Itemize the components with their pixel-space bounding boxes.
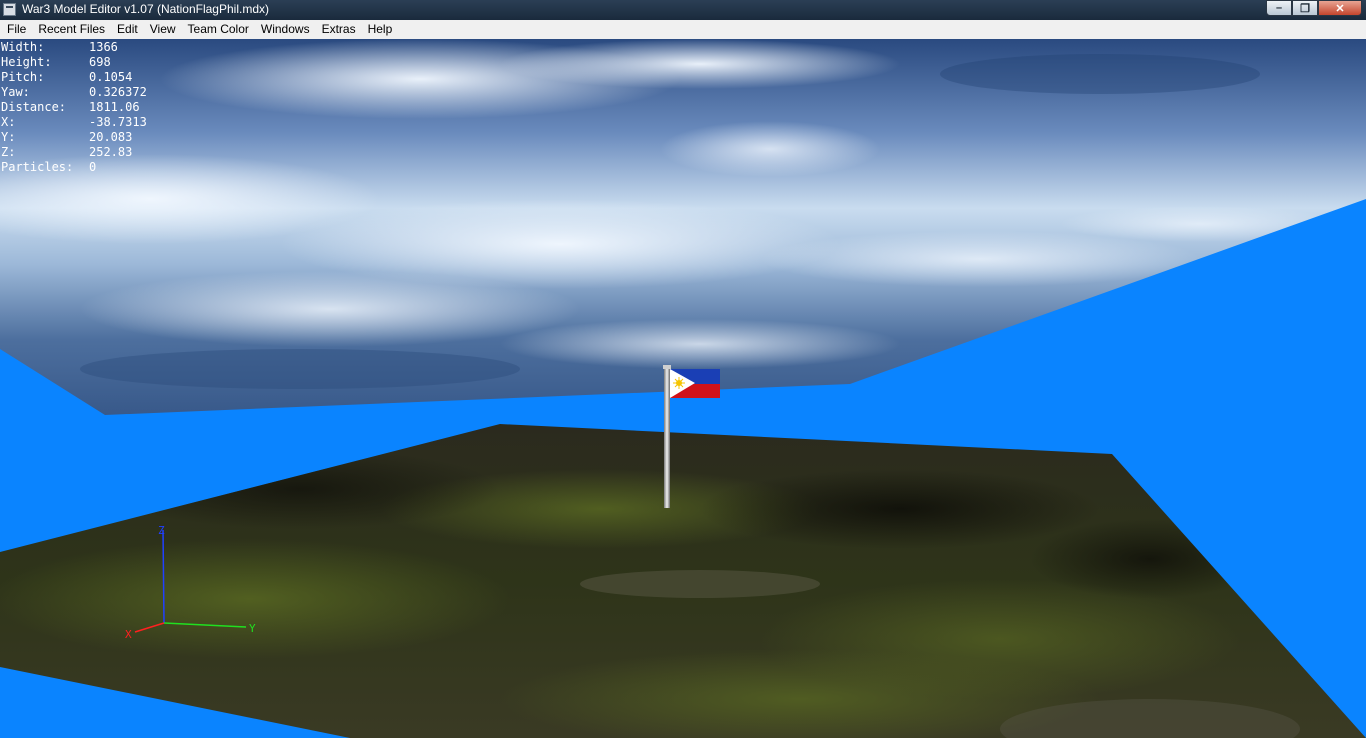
- camera-stats-overlay: Width: 1366 Height: 698 Pitch: 0.1054 Yaw: 0…: [1, 40, 147, 175]
- z-axis-label: Z: [158, 524, 165, 537]
- minimize-button[interactable]: –: [1266, 0, 1292, 16]
- menu-extras[interactable]: Extras: [316, 20, 362, 39]
- menu-bar: File Recent Files Edit View Team Color W…: [0, 20, 1366, 39]
- stat-width: Width: 1366: [1, 40, 118, 54]
- 3d-viewport[interactable]: Z Y X Width: 1366 Height: 698 Pitch: 0.1054…: [0, 39, 1366, 738]
- menu-file[interactable]: File: [0, 20, 32, 39]
- close-icon: ✕: [1335, 2, 1345, 15]
- stat-distance: Distance: 1811.06: [1, 100, 140, 114]
- close-button[interactable]: ✕: [1318, 0, 1362, 16]
- menu-edit[interactable]: Edit: [111, 20, 144, 39]
- minimize-icon: –: [1275, 2, 1283, 14]
- title-bar: War3 Model Editor v1.07 (NationFlagPhil.…: [0, 0, 1366, 20]
- skybox: [0, 39, 1366, 415]
- scene-render: [0, 39, 1366, 738]
- menu-help[interactable]: Help: [362, 20, 399, 39]
- stat-particles: Particles: 0: [1, 160, 97, 174]
- stat-height: Height: 698: [1, 55, 111, 69]
- menu-windows[interactable]: Windows: [255, 20, 316, 39]
- app-icon: [3, 3, 16, 16]
- y-axis-label: Y: [249, 622, 256, 635]
- stat-pitch: Pitch: 0.1054: [1, 70, 133, 84]
- window-controls: – ❐ ✕: [1266, 0, 1362, 17]
- flag-pole: [664, 366, 670, 508]
- maximize-icon: ❐: [1300, 2, 1310, 15]
- ground-plane: [0, 424, 1366, 738]
- menu-recent-files[interactable]: Recent Files: [32, 20, 111, 39]
- x-axis-label: X: [125, 628, 132, 641]
- philippine-flag: [670, 369, 720, 398]
- stat-x: X: -38.7313: [1, 115, 147, 129]
- z-axis-line: [162, 529, 165, 624]
- menu-team-color[interactable]: Team Color: [182, 20, 255, 39]
- window-title: War3 Model Editor v1.07 (NationFlagPhil.…: [22, 2, 269, 16]
- maximize-button[interactable]: ❐: [1292, 0, 1318, 16]
- stat-z: Z: 252.83: [1, 145, 133, 159]
- stat-yaw: Yaw: 0.326372: [1, 85, 147, 99]
- menu-view[interactable]: View: [144, 20, 182, 39]
- stat-y: Y: 20.083: [1, 130, 133, 144]
